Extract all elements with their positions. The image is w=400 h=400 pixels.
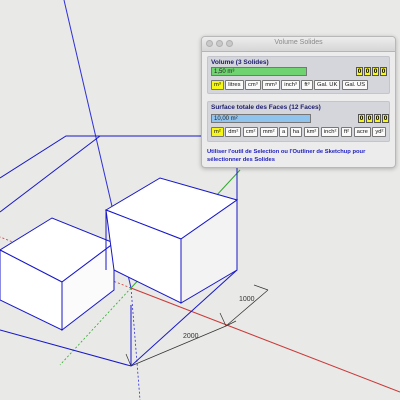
dimension-1000 bbox=[225, 284, 269, 327]
volume-unit-button[interactable]: Gal. US bbox=[341, 80, 369, 90]
surface-unit-button[interactable]: acre bbox=[353, 127, 371, 137]
volume-label: Volume (3 Solides) bbox=[211, 59, 269, 66]
volume-unit-button[interactable]: inch³ bbox=[281, 80, 300, 90]
volume-decimal-digit[interactable]: 0 bbox=[380, 67, 387, 76]
blue-axis-dotted bbox=[130, 287, 141, 400]
volume-unit-button[interactable]: Gal. UK bbox=[314, 80, 341, 90]
surface-unit-button[interactable]: ha bbox=[289, 127, 303, 137]
volume-solides-window: Volume Solides Volume (3 Solides) 1,50 m… bbox=[201, 36, 396, 168]
surface-unit-button[interactable]: inch² bbox=[320, 127, 340, 137]
surface-unit-button[interactable]: cm² bbox=[242, 127, 259, 137]
volume-unit-button[interactable]: mm³ bbox=[262, 80, 280, 90]
volume-decimals-selector: 0 0 0 0 bbox=[356, 67, 388, 76]
red-axis bbox=[130, 287, 400, 393]
surface-unit-button[interactable]: km² bbox=[303, 127, 320, 137]
surface-unit-button[interactable]: dm² bbox=[225, 127, 242, 137]
volume-value-field: 1,50 m³ bbox=[211, 67, 307, 76]
large-box-solid bbox=[104, 177, 239, 304]
surface-decimal-digit[interactable]: 0 bbox=[382, 114, 389, 123]
surface-label: Surface totale des Faces (12 Faces) bbox=[211, 104, 321, 111]
dimension-2000 bbox=[125, 312, 227, 367]
volume-unit-button[interactable]: litres bbox=[225, 80, 244, 90]
volume-decimal-digit[interactable]: 0 bbox=[356, 67, 363, 76]
volume-unit-buttons: m³ litres cm³ mm³ inch³ ft³ Gal. UK Gal. US bbox=[211, 80, 370, 90]
surface-unit-buttons: m² dm² cm² mm² a ha km² inch² ft² acre yd² bbox=[211, 127, 388, 137]
volume-unit-button[interactable]: cm³ bbox=[245, 80, 261, 90]
window-titlebar[interactable]: Volume Solides bbox=[202, 37, 395, 52]
surface-decimal-digit[interactable]: 0 bbox=[358, 114, 365, 123]
dimension-1000-label: 1000 bbox=[239, 296, 255, 303]
surface-unit-button[interactable]: yd² bbox=[372, 127, 387, 137]
small-box-solid bbox=[0, 217, 116, 332]
dimension-2000-label: 2000 bbox=[183, 333, 199, 340]
surface-unit-button[interactable]: a bbox=[279, 127, 289, 137]
surface-decimals-selector: 0 0 0 0 bbox=[358, 114, 390, 123]
volume-unit-button[interactable]: m³ bbox=[211, 80, 224, 90]
selection-hint-text: Utiliser l'outil de Selection ou l'Outli… bbox=[207, 149, 366, 163]
surface-decimal-digit[interactable]: 0 bbox=[366, 114, 373, 123]
surface-unit-button[interactable]: ft² bbox=[340, 127, 353, 137]
surface-unit-button[interactable]: m² bbox=[211, 127, 224, 137]
volume-decimal-digit[interactable]: 0 bbox=[364, 67, 371, 76]
window-title: Volume Solides bbox=[274, 39, 323, 46]
surface-unit-button[interactable]: mm² bbox=[259, 127, 278, 137]
surface-value-field: 10,00 m² bbox=[211, 114, 311, 123]
volume-group: Volume (3 Solides) 1,50 m³ 0 0 0 0 m³ lit… bbox=[207, 56, 390, 94]
surface-group: Surface totale des Faces (12 Faces) 10,0… bbox=[207, 101, 390, 142]
volume-decimal-digit[interactable]: 0 bbox=[372, 67, 379, 76]
volume-unit-button[interactable]: ft³ bbox=[301, 80, 313, 90]
surface-decimal-digit[interactable]: 0 bbox=[374, 114, 381, 123]
